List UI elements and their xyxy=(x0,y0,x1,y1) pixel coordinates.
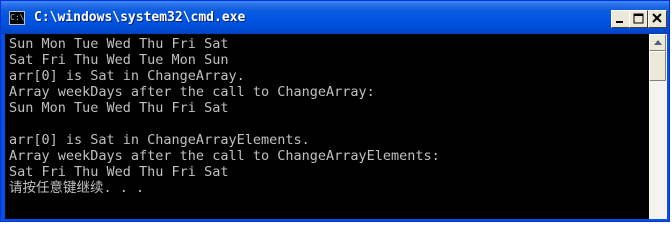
console-line: Sun Mon Tue Wed Thu Fri Sat xyxy=(9,36,229,52)
arrow-up-icon xyxy=(654,40,662,45)
console-line: Array weekDays after the call to ChangeA… xyxy=(9,84,375,100)
minimize-icon xyxy=(616,21,623,23)
scroll-up-button[interactable] xyxy=(649,34,666,51)
console-line: Sat Fri Thu Wed Thu Fri Sat xyxy=(9,164,229,180)
console-icon[interactable]: C:\ xyxy=(9,11,25,25)
scroll-track[interactable] xyxy=(649,81,666,219)
maximize-button[interactable] xyxy=(629,10,648,28)
minimize-button[interactable] xyxy=(611,10,630,28)
title-bar[interactable]: C:\ C:\windows\system32\cmd.exe xyxy=(1,1,669,34)
close-button[interactable] xyxy=(648,10,667,28)
console-line: Sat Fri Thu Wed Tue Mon Sun xyxy=(9,52,229,68)
maximize-icon xyxy=(633,13,644,24)
window-title: C:\windows\system32\cmd.exe xyxy=(34,10,246,25)
close-icon xyxy=(652,13,662,23)
console-line: arr[0] is Sat in ChangeArrayElements. xyxy=(9,132,310,148)
console-line: 请按任意键继续. . . xyxy=(9,180,145,196)
scroll-thumb[interactable] xyxy=(649,51,666,81)
console-output[interactable]: Sun Mon Tue Wed Thu Fri Sat Sat Fri Thu … xyxy=(5,34,649,219)
vertical-scrollbar[interactable] xyxy=(649,34,667,219)
console-line: arr[0] is Sat in ChangeArray. xyxy=(9,68,245,84)
console-line: Sun Mon Tue Wed Thu Fri Sat xyxy=(9,100,229,116)
cmd-window: C:\ C:\windows\system32\cmd.exe Sun Mon … xyxy=(0,0,670,222)
console-line: Array weekDays after the call to ChangeA… xyxy=(9,148,440,164)
